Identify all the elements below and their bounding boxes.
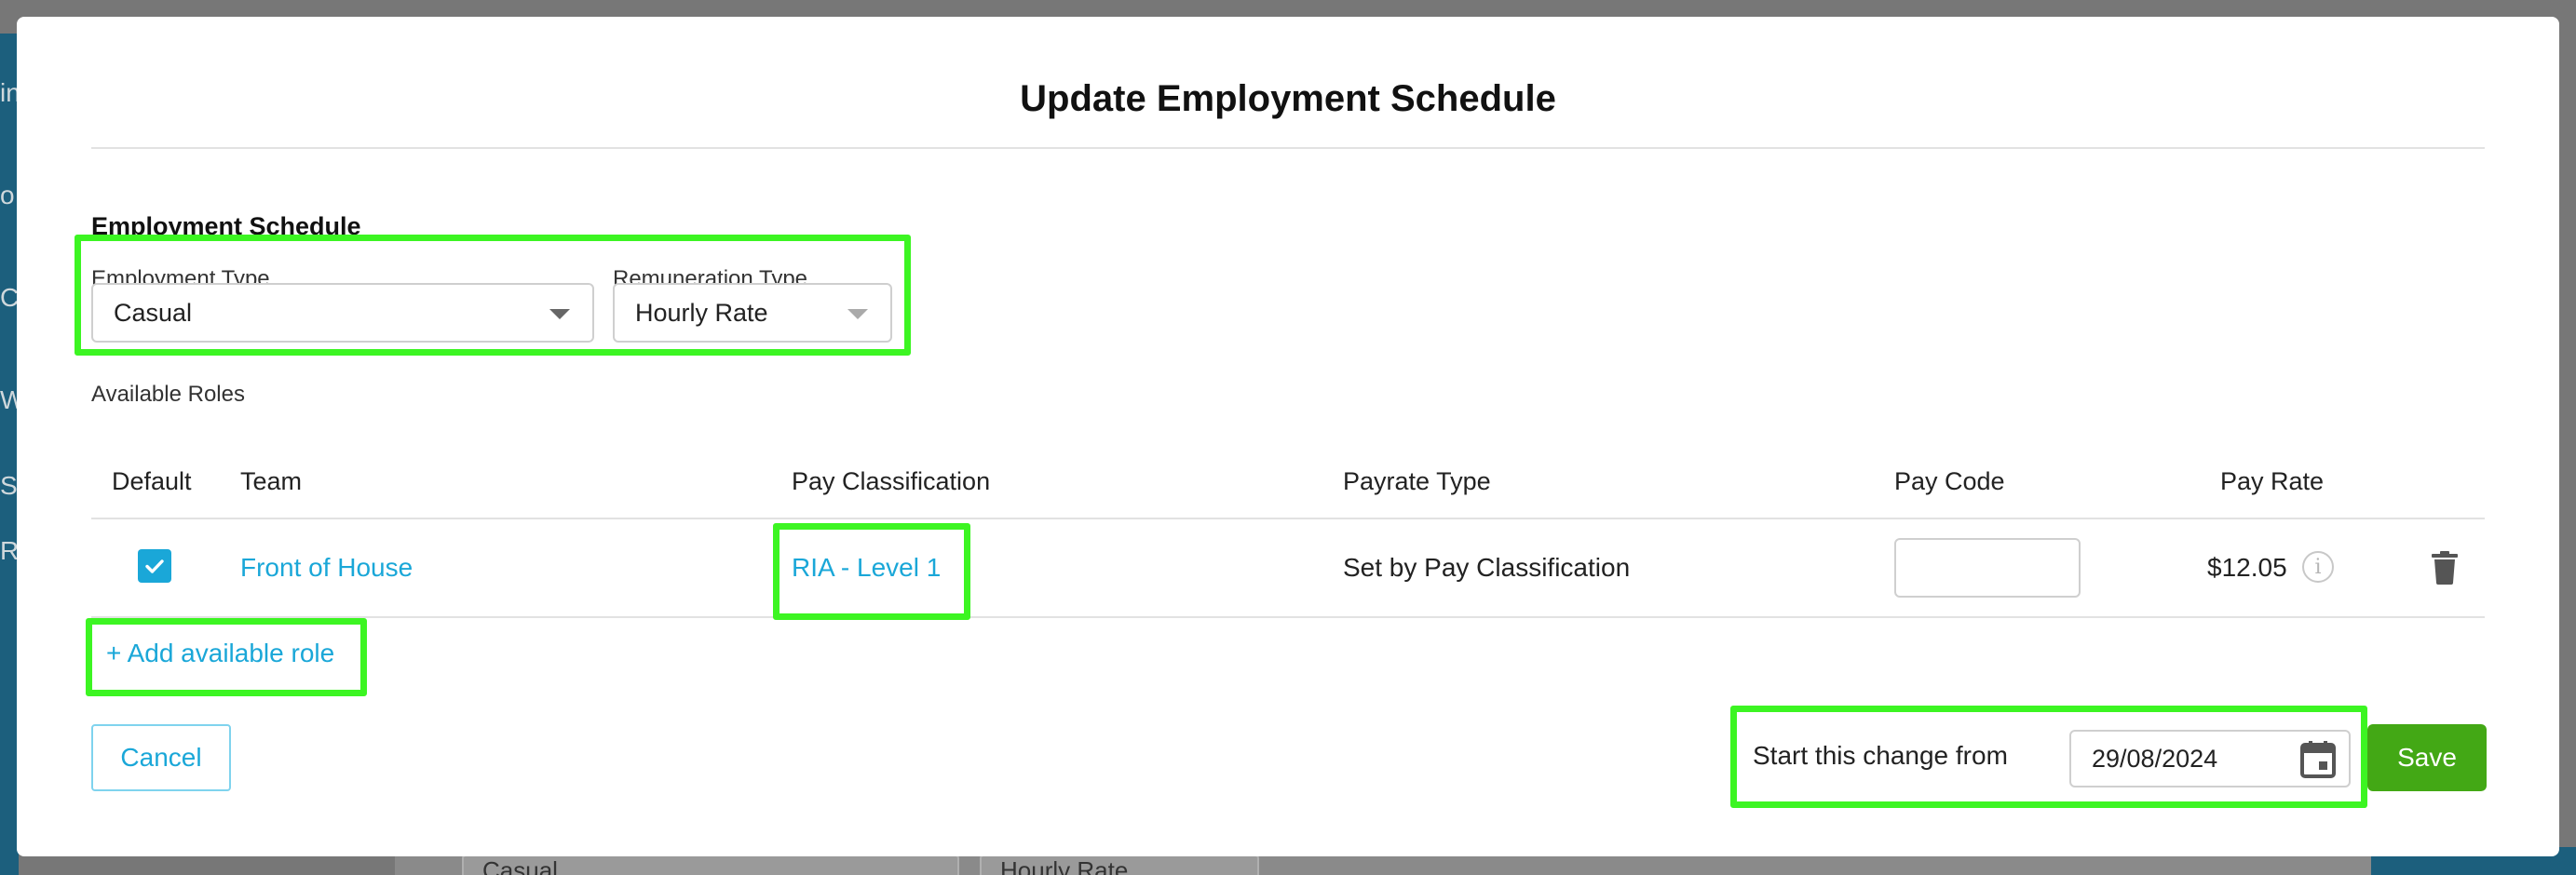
payrate-type-value: Set by Pay Classification xyxy=(1343,553,1631,582)
column-header-pay-rate: Pay Rate xyxy=(2220,467,2325,495)
pay-rate-value: $12.05 xyxy=(2207,553,2287,582)
start-date-input[interactable]: 29/08/2024 xyxy=(2069,730,2351,788)
remuneration-type-select[interactable]: Hourly Rate xyxy=(613,283,892,343)
checkmark-icon xyxy=(145,559,164,573)
add-available-role-link[interactable]: + Add available role xyxy=(106,639,334,668)
available-roles-label: Available Roles xyxy=(91,382,245,407)
modal-title: Update Employment Schedule xyxy=(1020,78,1556,119)
column-header-payrate-type: Payrate Type xyxy=(1343,467,1491,495)
start-date-value: 29/08/2024 xyxy=(2092,744,2218,773)
remuneration-type-value: Hourly Rate xyxy=(635,298,768,327)
trash-icon[interactable] xyxy=(2431,551,2459,585)
chevron-down-icon xyxy=(549,309,570,319)
calendar-icon[interactable] xyxy=(2300,741,2336,778)
update-employment-schedule-modal: Update Employment Schedule Employment Sc… xyxy=(17,17,2559,856)
save-button[interactable]: Save xyxy=(2367,724,2487,791)
background-sidebar-text: S xyxy=(0,471,18,500)
column-header-pay-classification: Pay Classification xyxy=(792,467,991,495)
pay-code-input[interactable] xyxy=(1894,538,2081,598)
start-change-label: Start this change from xyxy=(1753,741,2008,770)
background-sidebar: in o Co W S R xyxy=(0,34,34,875)
info-icon[interactable]: i xyxy=(2302,551,2334,583)
background-input: Casual xyxy=(462,855,959,875)
team-link[interactable]: Front of House xyxy=(240,553,413,583)
pay-classification-link[interactable]: RIA - Level 1 xyxy=(792,553,941,583)
background-input: Hourly Rate xyxy=(980,855,1259,875)
table-header-divider xyxy=(91,518,2485,519)
employment-type-select[interactable]: Casual xyxy=(91,283,594,343)
section-heading: Employment Schedule xyxy=(91,212,361,240)
chevron-down-icon xyxy=(847,309,868,319)
title-divider xyxy=(91,147,2485,149)
background-sidebar-text: o xyxy=(0,181,15,209)
column-header-pay-code: Pay Code xyxy=(1894,467,2005,495)
default-checkbox[interactable] xyxy=(138,549,171,583)
cancel-button[interactable]: Cancel xyxy=(91,724,231,791)
table-row-divider xyxy=(91,616,2485,618)
column-header-default: Default xyxy=(112,467,192,495)
employment-type-value: Casual xyxy=(114,298,193,327)
column-header-team: Team xyxy=(240,467,303,495)
